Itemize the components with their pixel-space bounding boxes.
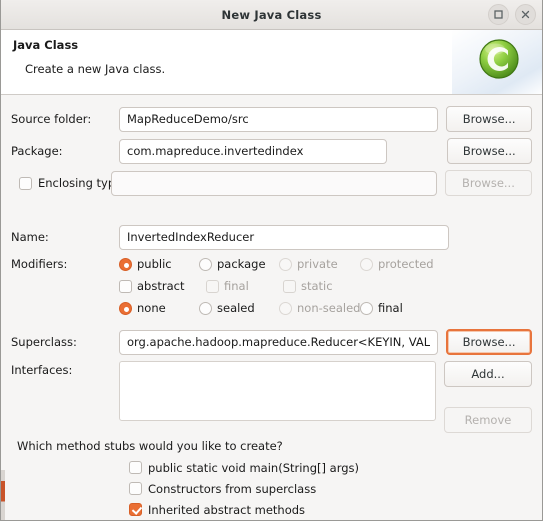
package-input[interactable] [119,138,387,164]
final-checkbox [206,279,219,293]
enclosing-type-input[interactable] [111,170,437,196]
maximize-icon[interactable] [488,4,509,25]
source-folder-input[interactable] [119,106,439,132]
modifiers-groups: public package private protected abstrac… [119,253,434,319]
modifier-sealed[interactable]: sealed [199,301,279,315]
final-sealing-label: final [378,301,403,315]
modifier-protected: protected [360,257,434,271]
sealed-radio[interactable] [199,301,212,315]
row-interfaces: Interfaces: Add... Remove [11,361,532,433]
static-label: static [301,279,333,293]
stub-inherited-abstract[interactable]: Inherited abstract methods [129,499,532,520]
interfaces-list[interactable] [119,361,436,421]
constructors-label: Constructors from superclass [148,481,317,496]
modifier-none[interactable]: none [119,301,199,315]
modifier-private: private [279,257,360,271]
public-label: public [137,257,172,271]
inherited-abstract-label: Inherited abstract methods [148,502,306,517]
modifier-final-flag: final [206,279,283,293]
name-input[interactable] [119,224,449,250]
protected-label: protected [378,257,434,271]
new-java-class-dialog: New Java Class Java Class Create a new J… [0,0,543,521]
package-radio[interactable] [199,257,212,271]
row-modifiers: Modifiers: public package private protec… [11,253,532,319]
close-icon[interactable] [515,4,536,25]
java-class-wizard-icon [479,39,519,79]
package-label: Package: [11,144,63,158]
private-label: private [297,257,338,271]
enclosing-type-checkbox[interactable] [19,176,32,190]
row-superclass: Superclass: Browse... [11,326,532,358]
modifiers-access-row: public package private protected [119,253,434,275]
abstract-label: abstract [137,279,185,293]
wizard-header: Java Class Create a new Java class. [1,30,542,95]
abstract-checkbox[interactable] [119,279,132,293]
superclass-label: Superclass: [11,335,77,349]
name-label: Name: [11,230,49,244]
interfaces-label: Interfaces: [11,363,73,377]
interfaces-remove-button: Remove [444,407,532,433]
dialog-body: Source folder: Browse... Package: Browse… [1,95,542,519]
method-stubs-question: Which method stubs would you like to cre… [17,439,283,453]
row-enclosing-type: Enclosing type: Browse... [11,167,532,199]
window-controls [488,4,536,25]
source-folder-browse-button[interactable]: Browse... [446,106,532,132]
final-flag-label: final [224,279,249,293]
static-checkbox [283,279,296,293]
superclass-browse-button[interactable]: Browse... [446,329,532,355]
constructors-checkbox[interactable] [129,482,142,495]
modifier-final-sealing[interactable]: final [360,301,403,315]
interfaces-add-button[interactable]: Add... [444,361,532,387]
modifier-non-sealed: non-sealed [279,301,360,315]
window-edge-strip [1,470,5,520]
sealed-label: sealed [217,301,255,315]
source-folder-label: Source folder: [11,112,92,126]
interfaces-buttons: Add... Remove [444,361,532,433]
stub-main-method[interactable]: public static void main(String[] args) [129,457,532,478]
private-radio [279,257,292,271]
modifiers-label: Modifiers: [11,257,68,271]
modifier-abstract[interactable]: abstract [119,279,206,293]
superclass-input[interactable] [119,329,439,355]
modifier-static: static [283,279,333,293]
package-modifier-label: package [217,257,266,271]
none-label: none [137,301,166,315]
main-method-checkbox[interactable] [129,461,142,474]
modifier-package[interactable]: package [199,257,279,271]
modifier-public[interactable]: public [119,257,199,271]
window-title: New Java Class [221,7,322,22]
inherited-abstract-checkbox[interactable] [129,503,142,516]
row-name: Name: [11,221,532,253]
modifiers-sealing-row: none sealed non-sealed final [119,297,434,319]
protected-radio [360,257,373,271]
enclosing-type-browse-button: Browse... [444,170,532,196]
modifiers-flags-row: abstract final static [119,275,434,297]
final-sealing-radio[interactable] [360,301,373,315]
enclosing-type-label-group: Enclosing type: [11,176,126,190]
non-sealed-radio [279,301,292,315]
main-method-label: public static void main(String[] args) [148,460,359,475]
row-package: Package: Browse... [11,135,532,167]
public-radio[interactable] [119,257,132,271]
non-sealed-label: non-sealed [297,301,361,315]
titlebar: New Java Class [1,0,542,30]
package-browse-button[interactable]: Browse... [446,138,532,164]
row-source-folder: Source folder: Browse... [11,103,532,135]
stub-constructors[interactable]: Constructors from superclass [129,478,532,499]
none-radio[interactable] [119,301,132,315]
